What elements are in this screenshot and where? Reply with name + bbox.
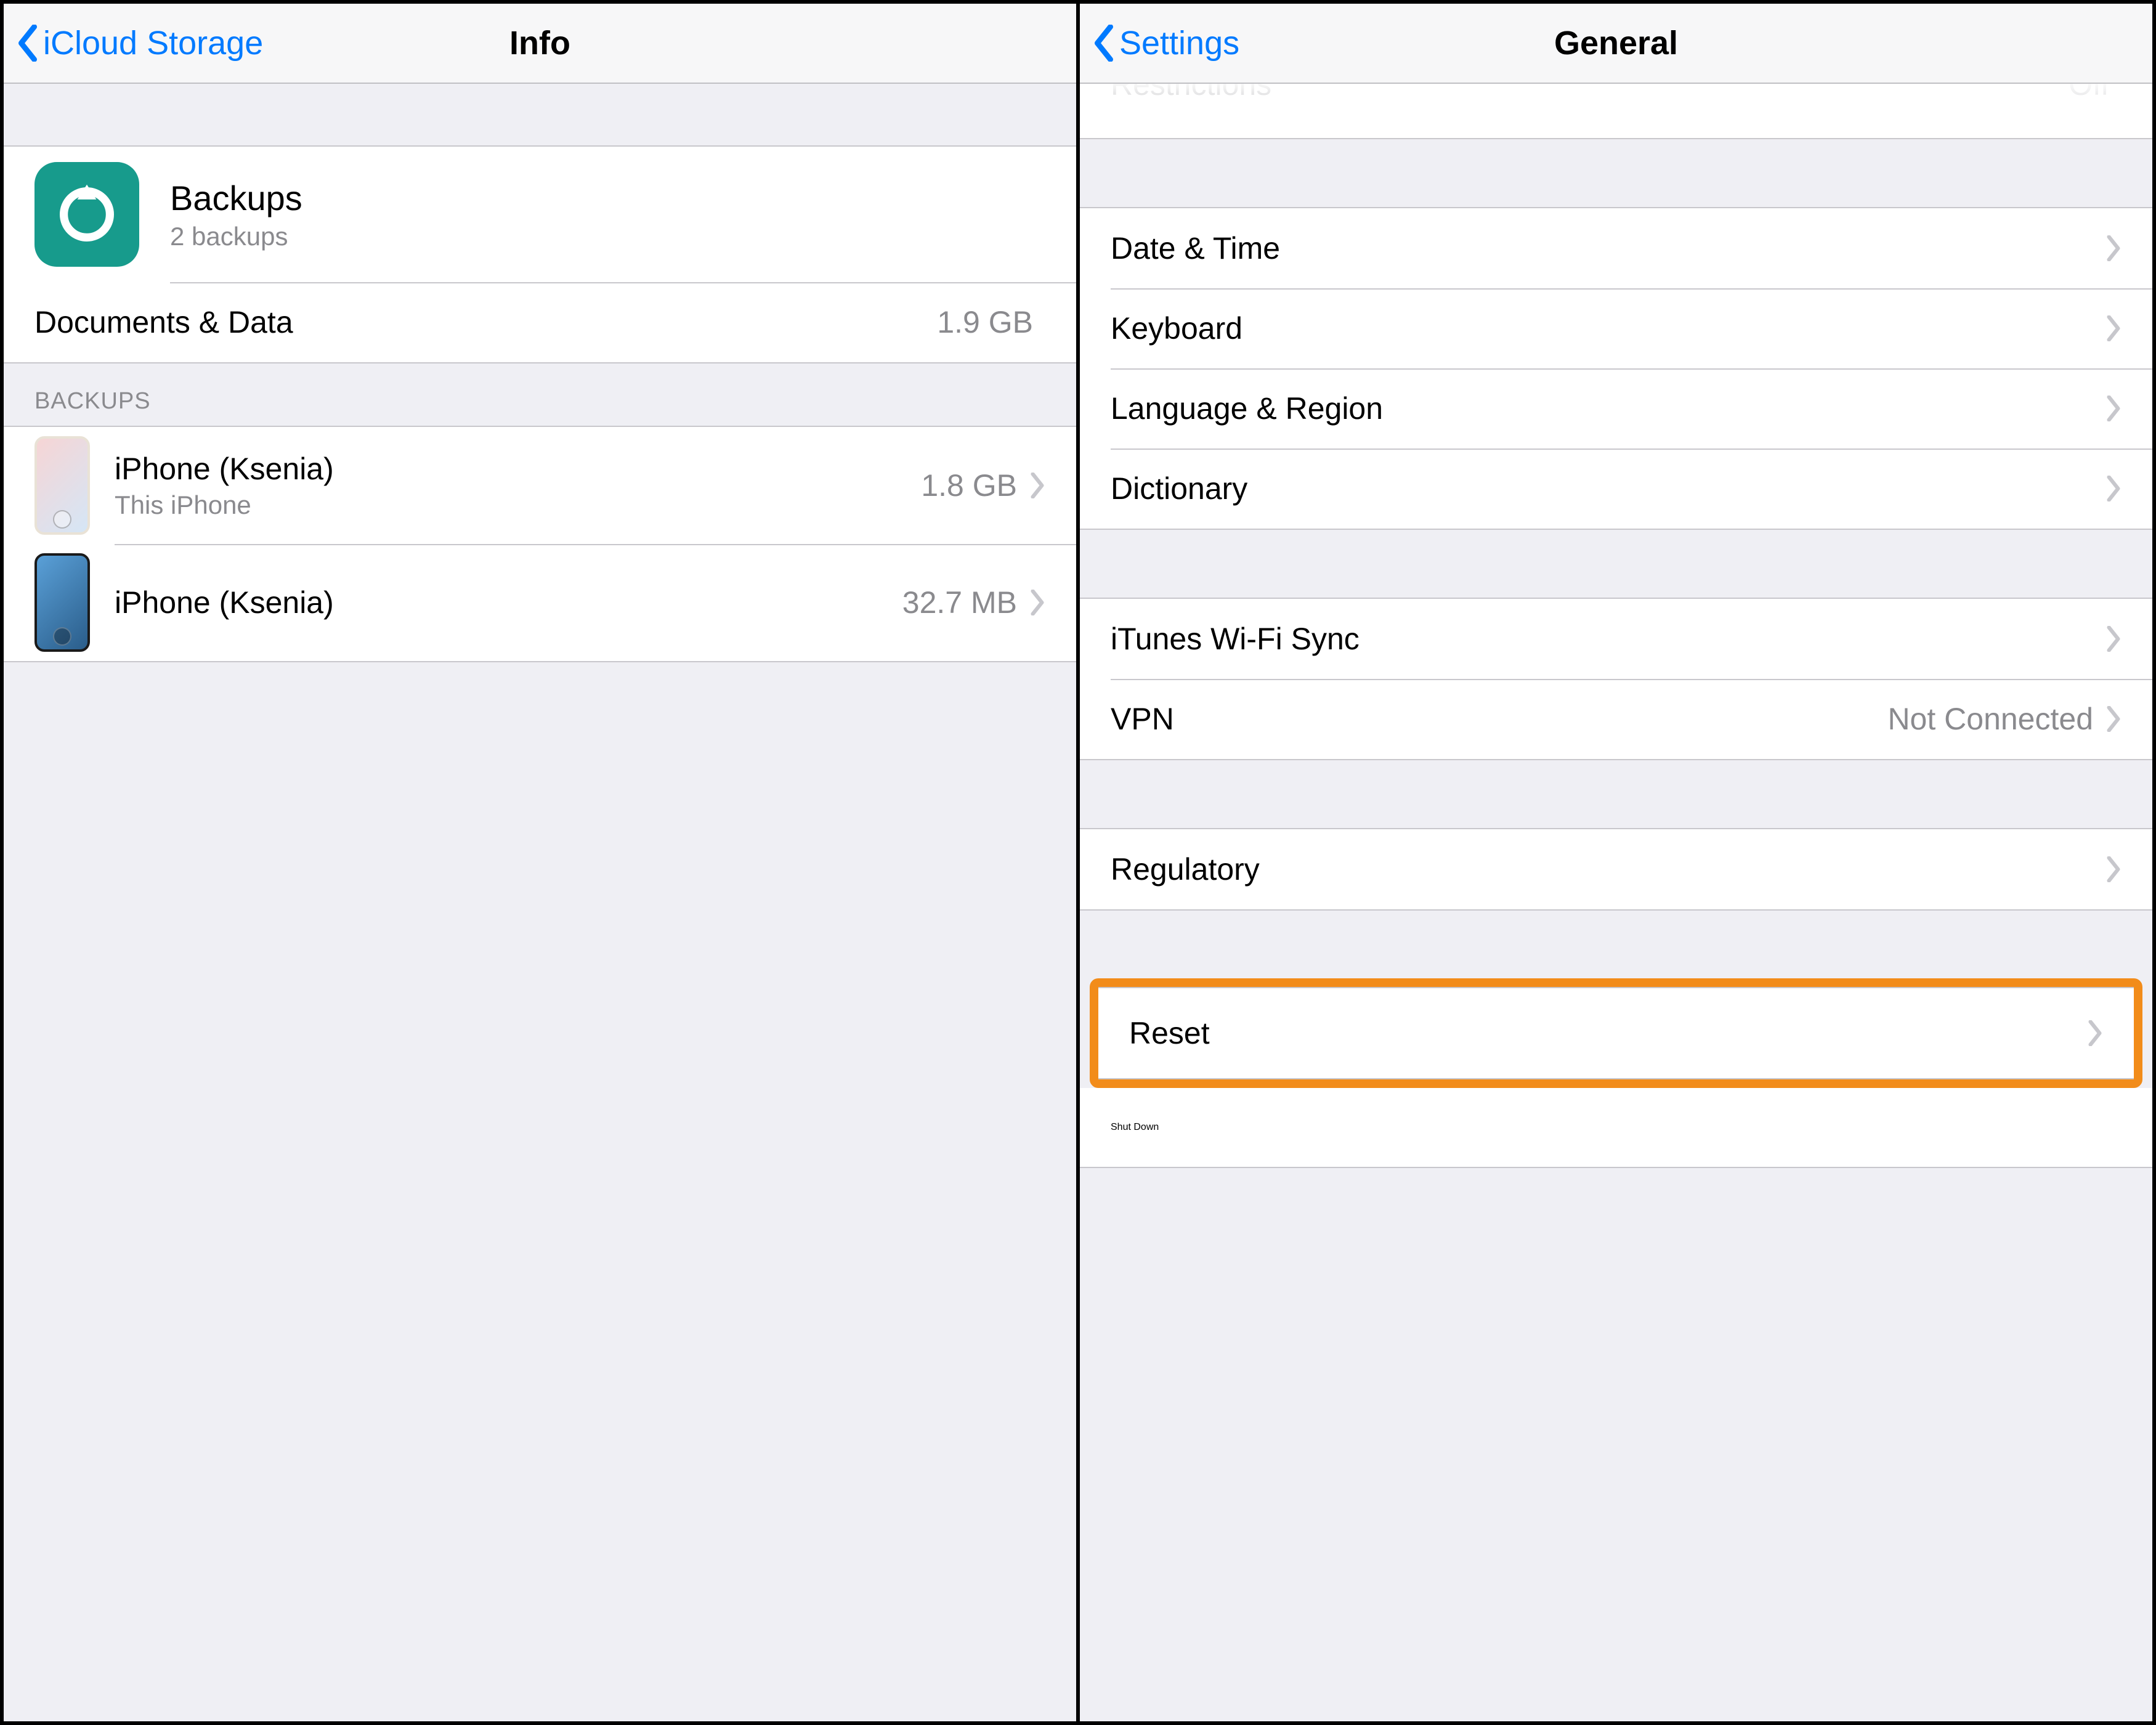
left-content: Backups 2 backups Documents & Data 1.9 G… [4, 84, 1076, 1721]
chevron-right-icon [2105, 235, 2122, 261]
itunes-wifi-sync-row[interactable]: iTunes Wi-Fi Sync [1080, 599, 2152, 679]
device-thumbnail-icon [34, 436, 90, 535]
reset-shutdown-group: Reset Shut Down [1080, 978, 2152, 1168]
chevron-right-icon [2105, 706, 2122, 732]
reset-label: Reset [1129, 1015, 2087, 1051]
back-button-settings[interactable]: Settings [1092, 24, 1239, 62]
shutdown-label: Shut Down [1111, 1122, 1159, 1133]
backups-list-group: iPhone (Ksenia) This iPhone 1.8 GB iPhon… [4, 426, 1076, 662]
backups-summary-row[interactable]: Backups 2 backups [4, 147, 1076, 282]
restrictions-value: Off [2069, 84, 2109, 102]
reset-highlight: Reset [1090, 978, 2142, 1088]
device-thumbnail-icon [34, 553, 90, 652]
general-group-1: Date & Time Keyboard Language & Region D… [1080, 207, 2152, 530]
reset-row[interactable]: Reset [1098, 987, 2134, 1079]
backups-subtitle: 2 backups [170, 222, 1045, 251]
backup-item-0[interactable]: iPhone (Ksenia) This iPhone 1.8 GB [4, 427, 1076, 544]
dictionary-row[interactable]: Dictionary [1080, 448, 2152, 529]
restrictions-label: Restrictions [1111, 84, 2069, 102]
backup-item-sub: This iPhone [115, 490, 921, 520]
icloud-info-panel: iCloud Storage Info Backups 2 backups [0, 0, 1080, 1725]
chevron-left-icon [1092, 25, 1116, 62]
back-label: Settings [1119, 24, 1239, 62]
backups-summary-group: Backups 2 backups Documents & Data 1.9 G… [4, 145, 1076, 363]
backup-item-name: iPhone (Ksenia) [115, 585, 902, 620]
navbar-left: iCloud Storage Info [4, 4, 1076, 84]
row-label: VPN [1111, 701, 1887, 737]
backup-item-1[interactable]: iPhone (Ksenia) 32.7 MB [4, 544, 1076, 661]
row-label: Date & Time [1111, 230, 2105, 266]
chevron-right-icon [2105, 315, 2122, 341]
backups-list-header: BACKUPS [4, 363, 1076, 426]
chevron-right-icon [1029, 473, 1045, 498]
page-title-right: General [1080, 24, 2152, 62]
back-button-icloud-storage[interactable]: iCloud Storage [16, 24, 263, 62]
back-label: iCloud Storage [43, 24, 263, 62]
documents-data-value: 1.9 GB [937, 304, 1033, 340]
vpn-row[interactable]: VPN Not Connected [1080, 679, 2152, 759]
language-region-row[interactable]: Language & Region [1080, 368, 2152, 448]
row-label: Dictionary [1111, 471, 2105, 506]
vpn-value: Not Connected [1887, 701, 2093, 737]
keyboard-row[interactable]: Keyboard [1080, 288, 2152, 368]
restrictions-row-cutoff[interactable]: Restrictions Off [1080, 84, 2152, 139]
chevron-right-icon [2105, 476, 2122, 501]
backup-item-size: 1.8 GB [921, 468, 1017, 503]
regulatory-row[interactable]: Regulatory [1080, 829, 2152, 909]
row-label: iTunes Wi-Fi Sync [1111, 621, 2105, 657]
general-group-2: iTunes Wi-Fi Sync VPN Not Connected [1080, 598, 2152, 760]
general-settings-panel: Settings General Restrictions Off Date &… [1080, 0, 2156, 1725]
chevron-right-icon [2105, 396, 2122, 421]
row-label: Regulatory [1111, 851, 2105, 887]
chevron-right-icon [2087, 1020, 2103, 1046]
navbar-right: Settings General [1080, 4, 2152, 84]
row-label: Language & Region [1111, 391, 2105, 426]
chevron-right-icon [1029, 590, 1045, 615]
documents-data-label: Documents & Data [34, 304, 937, 340]
shutdown-row[interactable]: Shut Down [1080, 1088, 2152, 1168]
chevron-right-icon [2105, 856, 2122, 882]
chevron-right-icon [2105, 626, 2122, 652]
backup-icon [34, 162, 139, 267]
chevron-left-icon [16, 25, 39, 62]
general-group-3: Regulatory [1080, 828, 2152, 911]
backups-title: Backups [170, 178, 1045, 218]
backup-item-name: iPhone (Ksenia) [115, 451, 921, 487]
backup-item-size: 32.7 MB [902, 585, 1017, 620]
right-content: Restrictions Off Date & Time Keyboard La… [1080, 84, 2152, 1721]
documents-data-row[interactable]: Documents & Data 1.9 GB [4, 282, 1076, 362]
row-label: Keyboard [1111, 310, 2105, 346]
date-time-row[interactable]: Date & Time [1080, 208, 2152, 288]
